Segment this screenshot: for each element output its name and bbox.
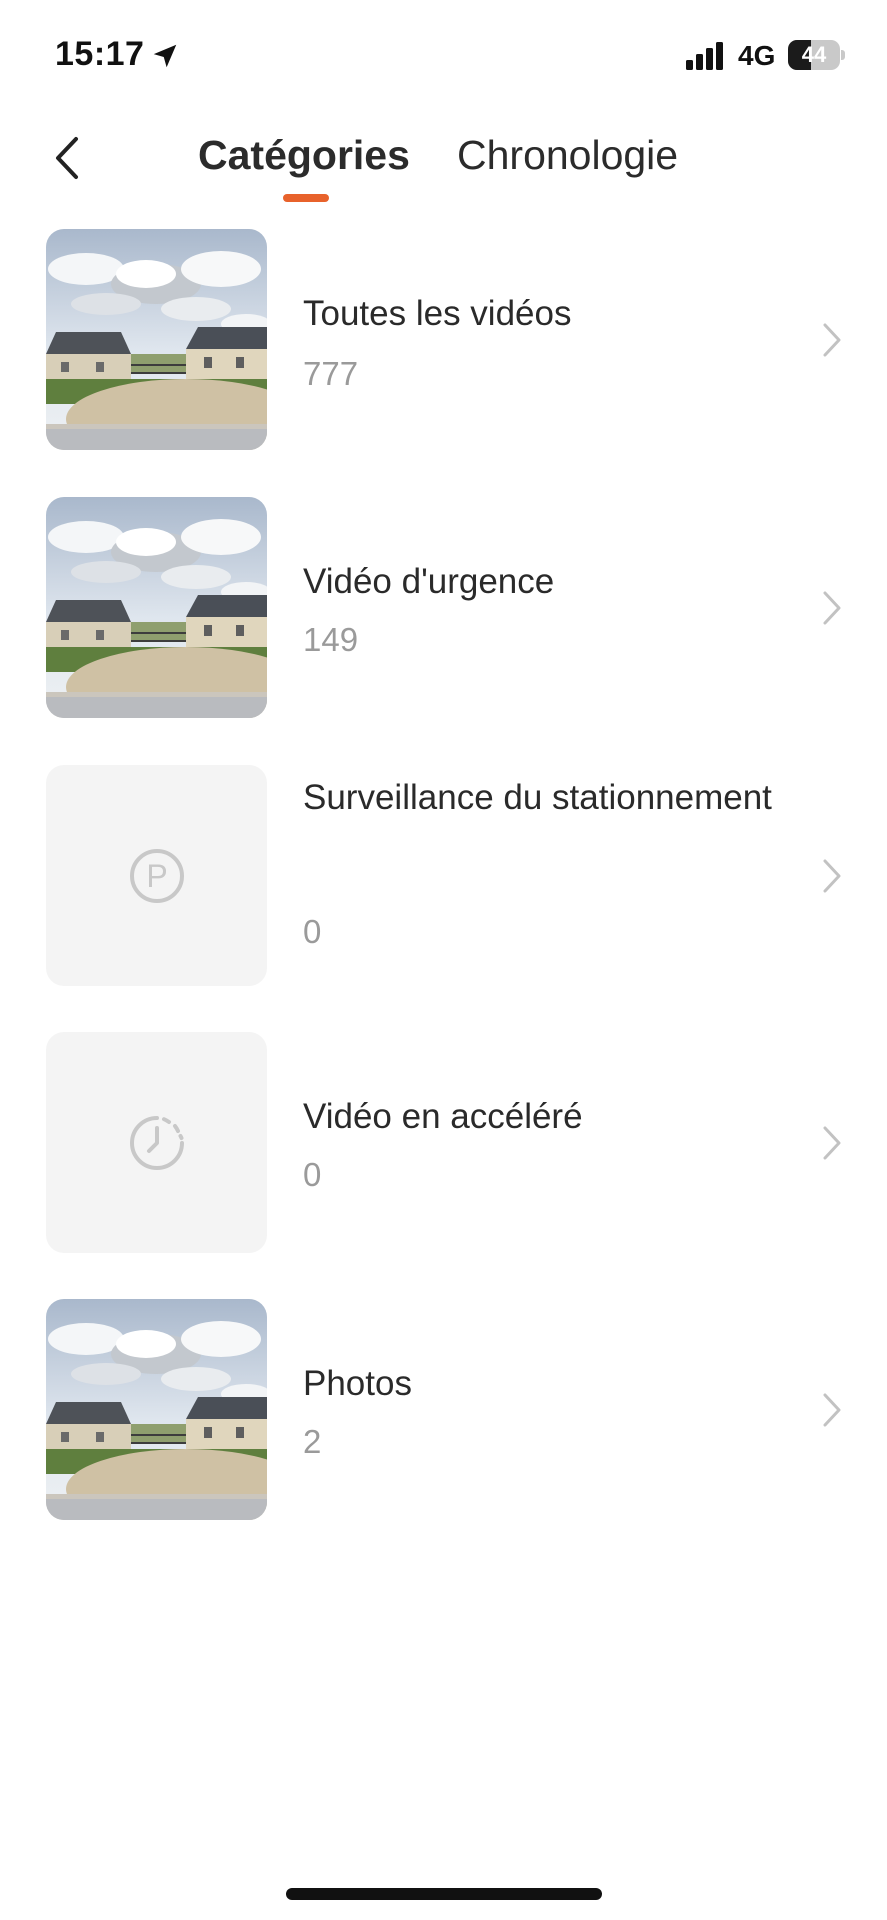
thumbnail-image [46, 497, 267, 718]
chevron-right-icon [823, 591, 841, 625]
chevron-left-icon[interactable] [48, 133, 88, 183]
battery-level: 44 [801, 42, 827, 67]
category-label: Vidéo d'urgence [303, 562, 555, 601]
category-row-parking-surveillance[interactable]: P Surveillance du stationnement 0 [0, 765, 887, 987]
category-count: 0 [303, 1156, 322, 1193]
svg-text:P: P [146, 858, 167, 894]
battery-icon: 44 [788, 40, 845, 70]
status-bar: 15:17 4G 44 [0, 0, 887, 110]
category-row-photos[interactable]: Photos 2 [0, 1299, 887, 1521]
tab-chronologie[interactable]: Chronologie [457, 132, 678, 179]
chevron-right-icon [823, 323, 841, 357]
parking-icon: P [130, 849, 184, 903]
thumbnail-placeholder: P [46, 765, 267, 986]
thumbnail-image [46, 229, 267, 450]
category-count: 777 [303, 355, 359, 392]
timelapse-icon [130, 1116, 184, 1170]
home-indicator[interactable] [286, 1888, 602, 1900]
location-arrow-icon [153, 44, 177, 68]
active-tab-indicator [283, 194, 329, 202]
chevron-right-icon [823, 859, 841, 893]
category-label: Photos [303, 1364, 412, 1403]
chevron-right-icon [823, 1126, 841, 1160]
category-count: 2 [303, 1423, 322, 1460]
category-row-all-videos[interactable]: Toutes les vidéos 777 [0, 229, 887, 451]
network-type: 4G [738, 40, 776, 71]
tab-categories[interactable]: Catégories [198, 132, 410, 179]
category-count: 149 [303, 621, 359, 658]
category-row-timelapse-video[interactable]: Vidéo en accéléré 0 [0, 1032, 887, 1254]
category-label: Toutes les vidéos [303, 294, 572, 333]
signal-icon [686, 42, 723, 70]
category-row-emergency-video[interactable]: Vidéo d'urgence 149 [0, 497, 887, 719]
thumbnail-image [46, 1299, 267, 1520]
category-label: Vidéo en accéléré [303, 1097, 583, 1136]
status-time: 15:17 [55, 35, 145, 73]
thumbnail-placeholder [46, 1032, 267, 1253]
chevron-right-icon [823, 1393, 841, 1427]
category-label: Surveillance du stationnement [303, 778, 772, 817]
category-count: 0 [303, 913, 322, 950]
